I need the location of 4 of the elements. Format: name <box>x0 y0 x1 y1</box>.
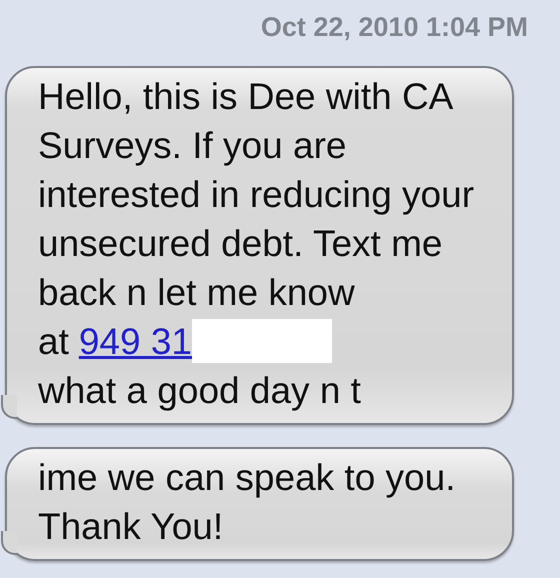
message-text: Hello, this is Dee with CA Surveys. If you are interested in reducing your unsecured debt. Text me back n let me know at 949 31 what a good day n t <box>38 75 476 413</box>
phone-link[interactable]: 949 31 <box>78 321 192 362</box>
message-text: ime we can speak to you. Thank You! <box>38 456 456 549</box>
message-timestamp: Oct 22, 2010 1:04 PM <box>260 12 529 44</box>
